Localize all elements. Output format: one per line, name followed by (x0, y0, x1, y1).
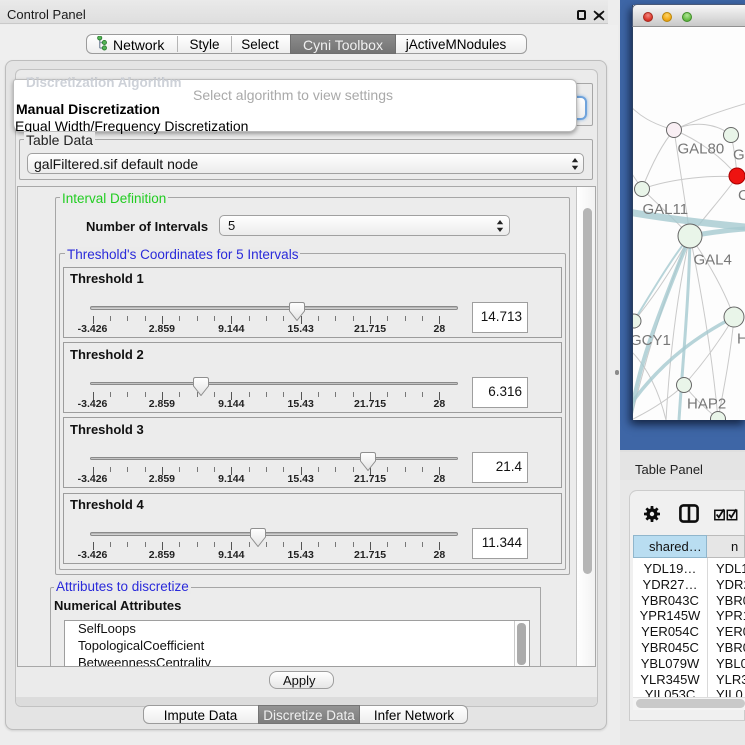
svg-text:GCY1: GCY1 (633, 332, 671, 349)
svg-text:GAL80: GAL80 (678, 141, 725, 158)
svg-text:G: G (733, 147, 745, 164)
svg-text:C: C (738, 187, 745, 204)
svg-text:GAL11: GAL11 (643, 201, 689, 218)
svg-text:HAP2: HAP2 (687, 396, 726, 413)
svg-text:GAL4: GAL4 (694, 252, 732, 269)
svg-text:H: H (737, 331, 745, 348)
